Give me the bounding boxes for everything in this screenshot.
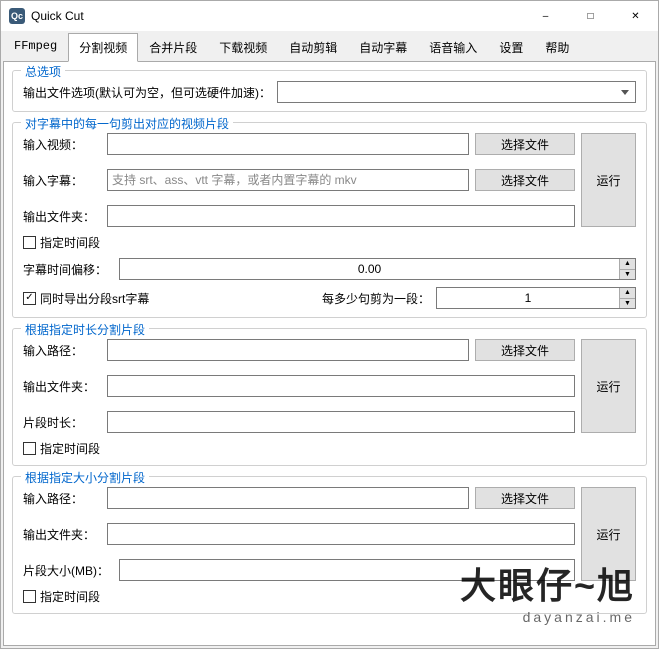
output-folder-label-3: 输出文件夹： bbox=[23, 526, 101, 543]
input-video-label: 输入视频： bbox=[23, 136, 101, 153]
offset-spinbox[interactable]: 0.00 ▲▼ bbox=[119, 258, 636, 280]
close-button[interactable]: ✕ bbox=[613, 1, 658, 31]
minimize-button[interactable]: – bbox=[523, 1, 568, 31]
choose-subtitle-button[interactable]: 选择文件 bbox=[475, 169, 575, 191]
content-area: 总选项 输出文件选项(默认可为空，但可选硬件加速)： 对字幕中的每一句剪出对应的… bbox=[3, 61, 656, 646]
group-duration-legend: 根据指定时长分割片段 bbox=[21, 321, 149, 338]
per-lines-label: 每多少句剪为一段： bbox=[322, 290, 430, 307]
window-title: Quick Cut bbox=[31, 9, 523, 23]
group-subtitle: 对字幕中的每一句剪出对应的视频片段 输入视频： 选择文件 输入字幕： 选择文件 … bbox=[12, 122, 647, 318]
offset-label: 字幕时间偏移： bbox=[23, 261, 113, 278]
per-lines-spinbox[interactable]: 1 ▲▼ bbox=[436, 287, 636, 309]
output-folder-label-2: 输出文件夹： bbox=[23, 378, 101, 395]
input-subtitle-field[interactable] bbox=[107, 169, 469, 191]
specify-range-checkbox-2[interactable]: 指定时间段 bbox=[23, 440, 100, 457]
input-path-label-2: 输入路径： bbox=[23, 490, 101, 507]
group-duration: 根据指定时长分割片段 输入路径： 选择文件 输出文件夹： 片段时长： bbox=[12, 328, 647, 466]
choose-video-button[interactable]: 选择文件 bbox=[475, 133, 575, 155]
maximize-button[interactable]: □ bbox=[568, 1, 613, 31]
input-video-field[interactable] bbox=[107, 133, 469, 155]
tab-voice-input[interactable]: 语音输入 bbox=[418, 33, 488, 62]
output-options-combo[interactable] bbox=[277, 81, 636, 103]
output-folder-label-1: 输出文件夹： bbox=[23, 208, 101, 225]
checkbox-icon bbox=[23, 442, 36, 455]
app-window: Qc Quick Cut – □ ✕ FFmpeg 分割视频 合并片段 下载视频… bbox=[0, 0, 659, 649]
segment-duration-field[interactable] bbox=[107, 411, 575, 433]
choose-file-button-duration[interactable]: 选择文件 bbox=[475, 339, 575, 361]
tab-download[interactable]: 下载视频 bbox=[208, 33, 278, 62]
offset-value: 0.00 bbox=[120, 262, 619, 276]
input-path-field-2[interactable] bbox=[107, 487, 469, 509]
run-button-subtitle[interactable]: 运行 bbox=[581, 133, 636, 227]
output-folder-field-3[interactable] bbox=[107, 523, 575, 545]
group-general: 总选项 输出文件选项(默认可为空，但可选硬件加速)： bbox=[12, 70, 647, 112]
specify-range-label-2: 指定时间段 bbox=[40, 440, 100, 457]
tab-auto-edit[interactable]: 自动剪辑 bbox=[278, 33, 348, 62]
tab-help[interactable]: 帮助 bbox=[534, 33, 580, 62]
specify-range-checkbox-1[interactable]: 指定时间段 bbox=[23, 234, 100, 251]
spin-up-icon[interactable]: ▲ bbox=[620, 288, 635, 299]
segment-size-label: 片段大小(MB)： bbox=[23, 562, 113, 579]
export-srt-checkbox[interactable]: 同时导出分段srt字幕 bbox=[23, 290, 233, 307]
choose-file-button-size[interactable]: 选择文件 bbox=[475, 487, 575, 509]
input-subtitle-label: 输入字幕： bbox=[23, 172, 101, 189]
group-size: 根据指定大小分割片段 输入路径： 选择文件 输出文件夹： 片段大小(MB)： bbox=[12, 476, 647, 614]
app-icon: Qc bbox=[9, 8, 25, 24]
specify-range-label-1: 指定时间段 bbox=[40, 234, 100, 251]
specify-range-checkbox-3[interactable]: 指定时间段 bbox=[23, 588, 100, 605]
input-path-label-1: 输入路径： bbox=[23, 342, 101, 359]
output-folder-field-2[interactable] bbox=[107, 375, 575, 397]
tab-split-video[interactable]: 分割视频 bbox=[68, 33, 138, 62]
tab-ffmpeg[interactable]: FFmpeg bbox=[3, 33, 68, 62]
run-button-duration[interactable]: 运行 bbox=[581, 339, 636, 433]
per-lines-value: 1 bbox=[437, 291, 619, 305]
checkbox-icon bbox=[23, 590, 36, 603]
tab-settings[interactable]: 设置 bbox=[488, 33, 534, 62]
export-srt-label: 同时导出分段srt字幕 bbox=[40, 290, 149, 307]
titlebar: Qc Quick Cut – □ ✕ bbox=[1, 1, 658, 31]
tab-merge[interactable]: 合并片段 bbox=[138, 33, 208, 62]
specify-range-label-3: 指定时间段 bbox=[40, 588, 100, 605]
spin-down-icon[interactable]: ▼ bbox=[620, 299, 635, 309]
segment-size-field[interactable] bbox=[119, 559, 575, 581]
input-path-field-1[interactable] bbox=[107, 339, 469, 361]
checkbox-icon bbox=[23, 292, 36, 305]
spin-up-icon[interactable]: ▲ bbox=[620, 259, 635, 270]
group-general-legend: 总选项 bbox=[21, 63, 65, 80]
group-size-legend: 根据指定大小分割片段 bbox=[21, 469, 149, 486]
run-button-size[interactable]: 运行 bbox=[581, 487, 636, 581]
tab-bar: FFmpeg 分割视频 合并片段 下载视频 自动剪辑 自动字幕 语音输入 设置 … bbox=[1, 31, 658, 62]
output-options-label: 输出文件选项(默认可为空，但可选硬件加速)： bbox=[23, 84, 271, 101]
tab-auto-subtitle[interactable]: 自动字幕 bbox=[348, 33, 418, 62]
spin-down-icon[interactable]: ▼ bbox=[620, 270, 635, 280]
segment-duration-label: 片段时长： bbox=[23, 414, 101, 431]
output-folder-field-1[interactable] bbox=[107, 205, 575, 227]
checkbox-icon bbox=[23, 236, 36, 249]
group-subtitle-legend: 对字幕中的每一句剪出对应的视频片段 bbox=[21, 115, 233, 132]
